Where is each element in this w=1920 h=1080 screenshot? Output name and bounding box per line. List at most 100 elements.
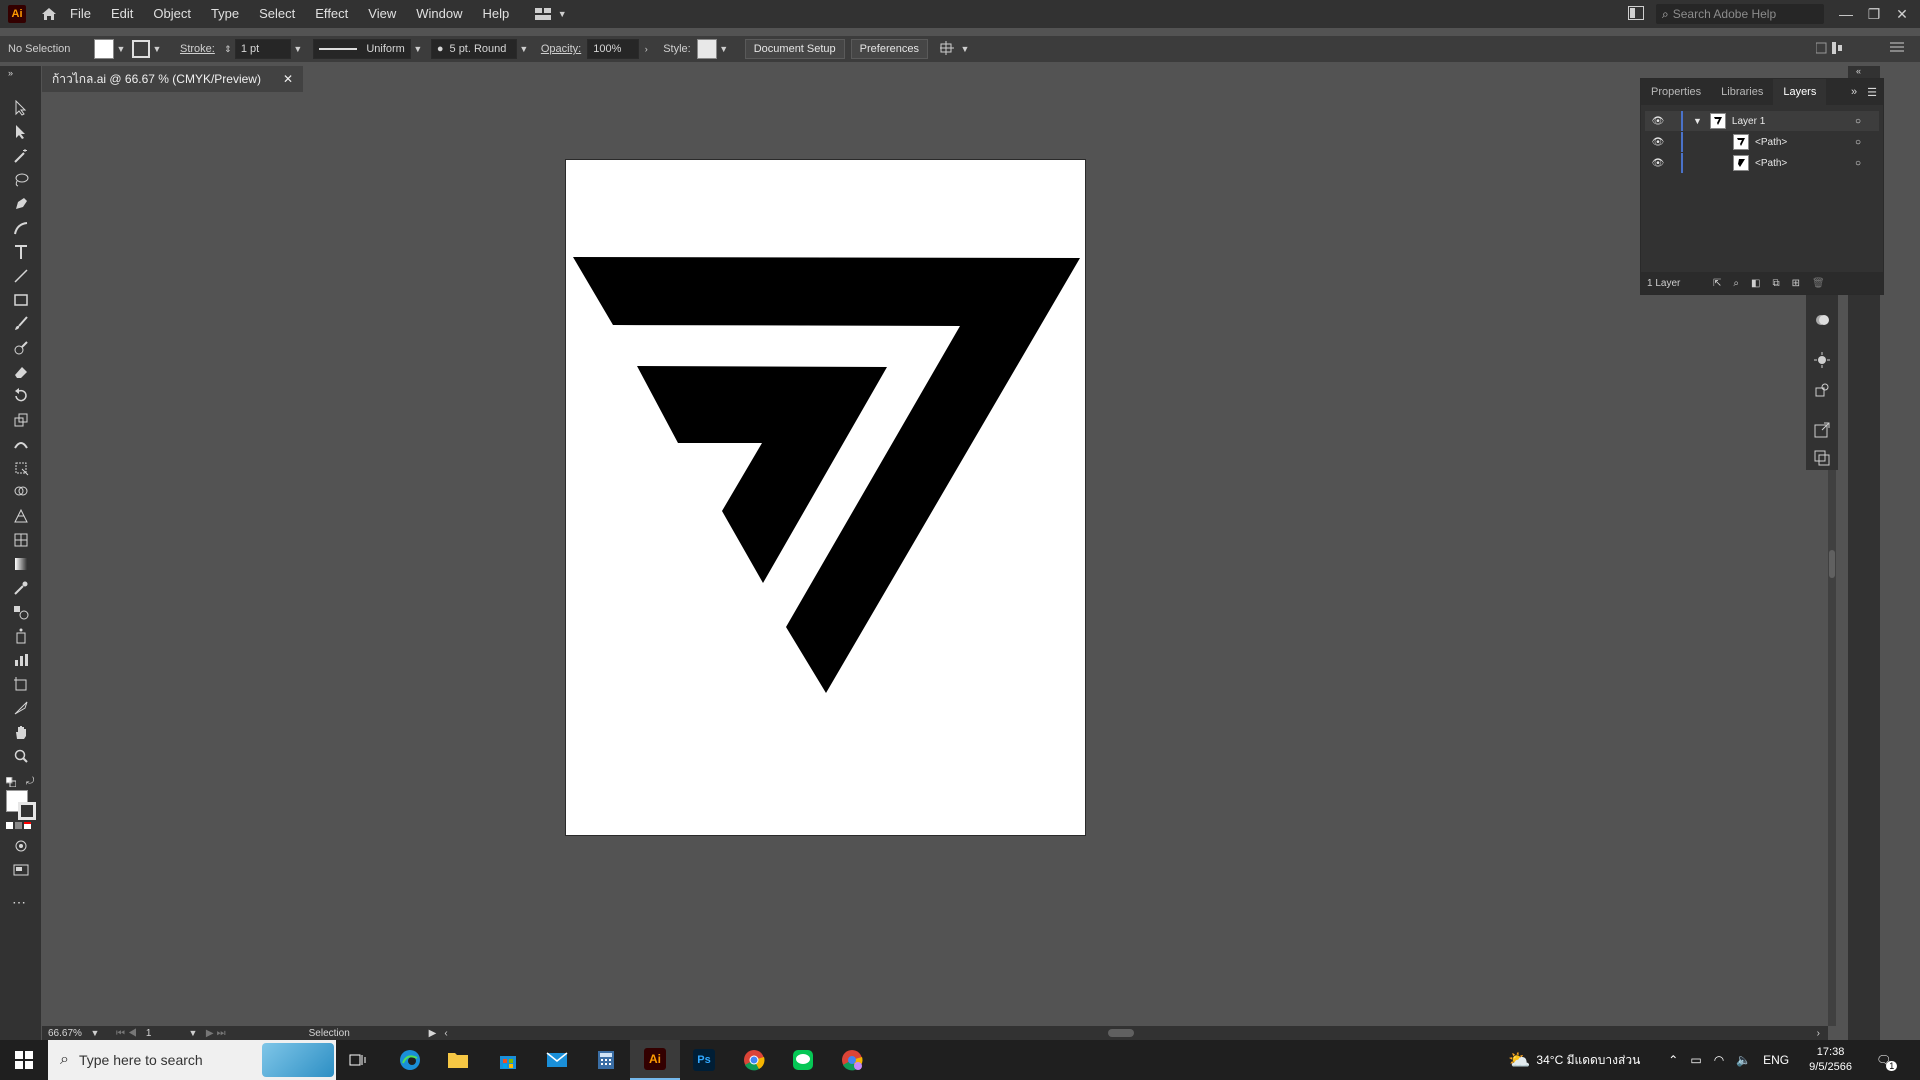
type-tool-icon[interactable] — [10, 242, 32, 262]
free-transform-tool-icon[interactable] — [10, 458, 32, 478]
show-hidden-icons-icon[interactable]: ⌃ — [1668, 1053, 1678, 1067]
mesh-tool-icon[interactable] — [10, 530, 32, 550]
layer-row-path-2[interactable]: 👁 <Path> ○ — [1645, 153, 1879, 173]
eraser-tool-icon[interactable] — [10, 362, 32, 382]
width-tool-icon[interactable] — [10, 434, 32, 454]
paintbrush-tool-icon[interactable] — [10, 314, 32, 334]
document-setup-button[interactable]: Document Setup — [744, 39, 845, 59]
gradient-tool-icon[interactable] — [10, 554, 32, 574]
magic-wand-tool-icon[interactable] — [10, 146, 32, 166]
arrange-documents-icon[interactable] — [1628, 6, 1644, 23]
artboard[interactable] — [566, 160, 1085, 835]
visibility-eye-icon[interactable]: 👁 — [1645, 116, 1671, 127]
scroll-left-icon[interactable]: ‹ — [444, 1028, 447, 1039]
screen-mode-icon[interactable] — [10, 860, 32, 880]
target-circle-icon[interactable]: ○ — [1855, 137, 1861, 148]
artboard-prev-icons[interactable]: ⏮◀ — [116, 1028, 140, 1039]
shape-builder-tool-icon[interactable] — [10, 482, 32, 502]
expand-layer-icon[interactable]: ▼ — [1693, 116, 1702, 126]
fill-dropdown-icon[interactable]: ▼ — [114, 44, 128, 54]
weather-text[interactable]: 34°C มีแดดบางส่วน — [1536, 1051, 1640, 1070]
taskbar-search-box[interactable]: ⌕ Type here to search — [48, 1040, 336, 1080]
tab-properties[interactable]: Properties — [1641, 79, 1711, 105]
style-dropdown-icon[interactable]: ▼ — [717, 44, 731, 54]
wifi-icon[interactable]: ◠ — [1714, 1053, 1724, 1067]
menu-view[interactable]: View — [358, 0, 406, 28]
illustrator-taskbar-button[interactable]: Ai — [630, 1040, 680, 1080]
draw-mode-icon[interactable] — [10, 836, 32, 856]
locate-object-icon[interactable]: ⌕ — [1733, 278, 1739, 289]
menu-edit[interactable]: Edit — [101, 0, 143, 28]
layer-name[interactable]: Layer 1 — [1732, 116, 1765, 127]
blob-brush-tool-icon[interactable] — [10, 338, 32, 358]
target-circle-icon[interactable]: ○ — [1855, 116, 1861, 127]
new-layer-icon[interactable]: ⊞ — [1792, 278, 1800, 289]
path-name[interactable]: <Path> — [1755, 158, 1787, 169]
menu-file[interactable]: File — [60, 0, 101, 28]
color-mode-icon[interactable] — [6, 822, 13, 829]
menu-effect[interactable]: Effect — [305, 0, 358, 28]
artboard-dropdown-icon[interactable]: ▼ — [186, 1028, 200, 1038]
layer-row-layer-1[interactable]: 👁 ▼ Layer 1 ○ — [1645, 111, 1879, 131]
menu-help[interactable]: Help — [472, 0, 519, 28]
opacity-field[interactable]: 100% — [587, 39, 640, 59]
menu-type[interactable]: Type — [201, 0, 249, 28]
artboard-next-icons[interactable]: ▶⏭ — [206, 1028, 229, 1039]
line-tool-icon[interactable] — [10, 266, 32, 286]
document-tab[interactable]: ก้าวไกล.ai @ 66.67 % (CMYK/Preview) ✕ — [42, 66, 304, 92]
layer-row-path-1[interactable]: 👁 <Path> ○ — [1645, 132, 1879, 152]
status-expand-icon[interactable]: ▶ — [429, 1028, 437, 1039]
rotate-tool-icon[interactable] — [10, 386, 32, 406]
brush-panel-icon[interactable] — [1814, 352, 1830, 371]
chrome-profile-icon[interactable] — [838, 1048, 866, 1072]
task-view-icon[interactable] — [344, 1048, 372, 1072]
curvature-tool-icon[interactable] — [10, 218, 32, 238]
swap-fill-stroke-icon[interactable]: ⤾ — [26, 776, 34, 787]
restore-button[interactable]: ❐ — [1860, 0, 1888, 28]
dock-collapse-icon[interactable]: « — [1856, 66, 1861, 76]
slice-tool-icon[interactable] — [10, 698, 32, 718]
weather-icon[interactable]: ⛅ — [1508, 1050, 1530, 1071]
vertical-scroll-thumb[interactable] — [1829, 550, 1835, 578]
artboard-number[interactable]: 1 — [146, 1028, 186, 1039]
new-sublayer-icon[interactable]: ⧉ — [1772, 278, 1779, 289]
perspective-grid-tool-icon[interactable] — [10, 506, 32, 526]
volume-icon[interactable]: 🔈 — [1736, 1053, 1751, 1067]
artboard-tool-icon[interactable] — [10, 674, 32, 694]
variable-width-profile[interactable]: Uniform — [312, 39, 411, 59]
stroke-swatch-dropdown-icon[interactable]: ▼ — [150, 44, 164, 54]
tab-libraries[interactable]: Libraries — [1711, 79, 1773, 105]
path-name[interactable]: <Path> — [1755, 137, 1787, 148]
chrome-icon[interactable] — [740, 1048, 768, 1072]
stroke-color-box[interactable] — [18, 802, 36, 820]
visibility-eye-icon[interactable]: 👁 — [1645, 137, 1671, 148]
zoom-level[interactable]: 66.67% — [48, 1028, 88, 1039]
notifications-icon[interactable]: 🗨 1 — [1876, 1053, 1898, 1071]
toolbar-collapse-icon[interactable]: » — [8, 68, 13, 78]
style-swatch[interactable] — [696, 39, 717, 59]
opacity-expand-icon[interactable]: › — [639, 44, 653, 54]
clock[interactable]: 17:38 9/5/2566 — [1809, 1045, 1852, 1075]
default-fill-stroke-icon[interactable] — [5, 776, 17, 788]
blend-tool-icon[interactable] — [10, 602, 32, 622]
control-bar-menu-icon[interactable] — [1890, 41, 1904, 56]
pathfinder-panel-icon[interactable] — [1814, 450, 1830, 469]
clipping-mask-icon[interactable]: ◧ — [1751, 278, 1760, 289]
brush-dropdown-icon[interactable]: ▼ — [517, 44, 531, 54]
export-layer-icon[interactable]: ⇱ — [1713, 278, 1721, 289]
panel-expand-icon[interactable]: » — [1851, 86, 1857, 98]
minimize-button[interactable]: — — [1832, 0, 1860, 28]
edit-toolbar-icon[interactable]: ⋯ — [12, 894, 26, 911]
appearance-panel-icon[interactable] — [1814, 312, 1830, 331]
profile-dropdown-icon[interactable]: ▼ — [411, 44, 425, 54]
horizontal-scroll-thumb[interactable] — [1107, 1029, 1134, 1037]
symbol-sprayer-tool-icon[interactable] — [10, 626, 32, 646]
line-app-icon[interactable] — [789, 1048, 817, 1072]
brush-definition[interactable]: ● 5 pt. Round — [430, 39, 517, 59]
workspace-switcher[interactable]: ▼ — [535, 8, 569, 20]
arrange-dropdown-icon[interactable]: ▼ — [958, 44, 972, 54]
close-tab-icon[interactable]: ✕ — [283, 72, 293, 86]
scale-tool-icon[interactable] — [10, 410, 32, 430]
direct-selection-tool-icon[interactable] — [10, 122, 32, 142]
visibility-eye-icon[interactable]: 👁 — [1645, 158, 1671, 169]
